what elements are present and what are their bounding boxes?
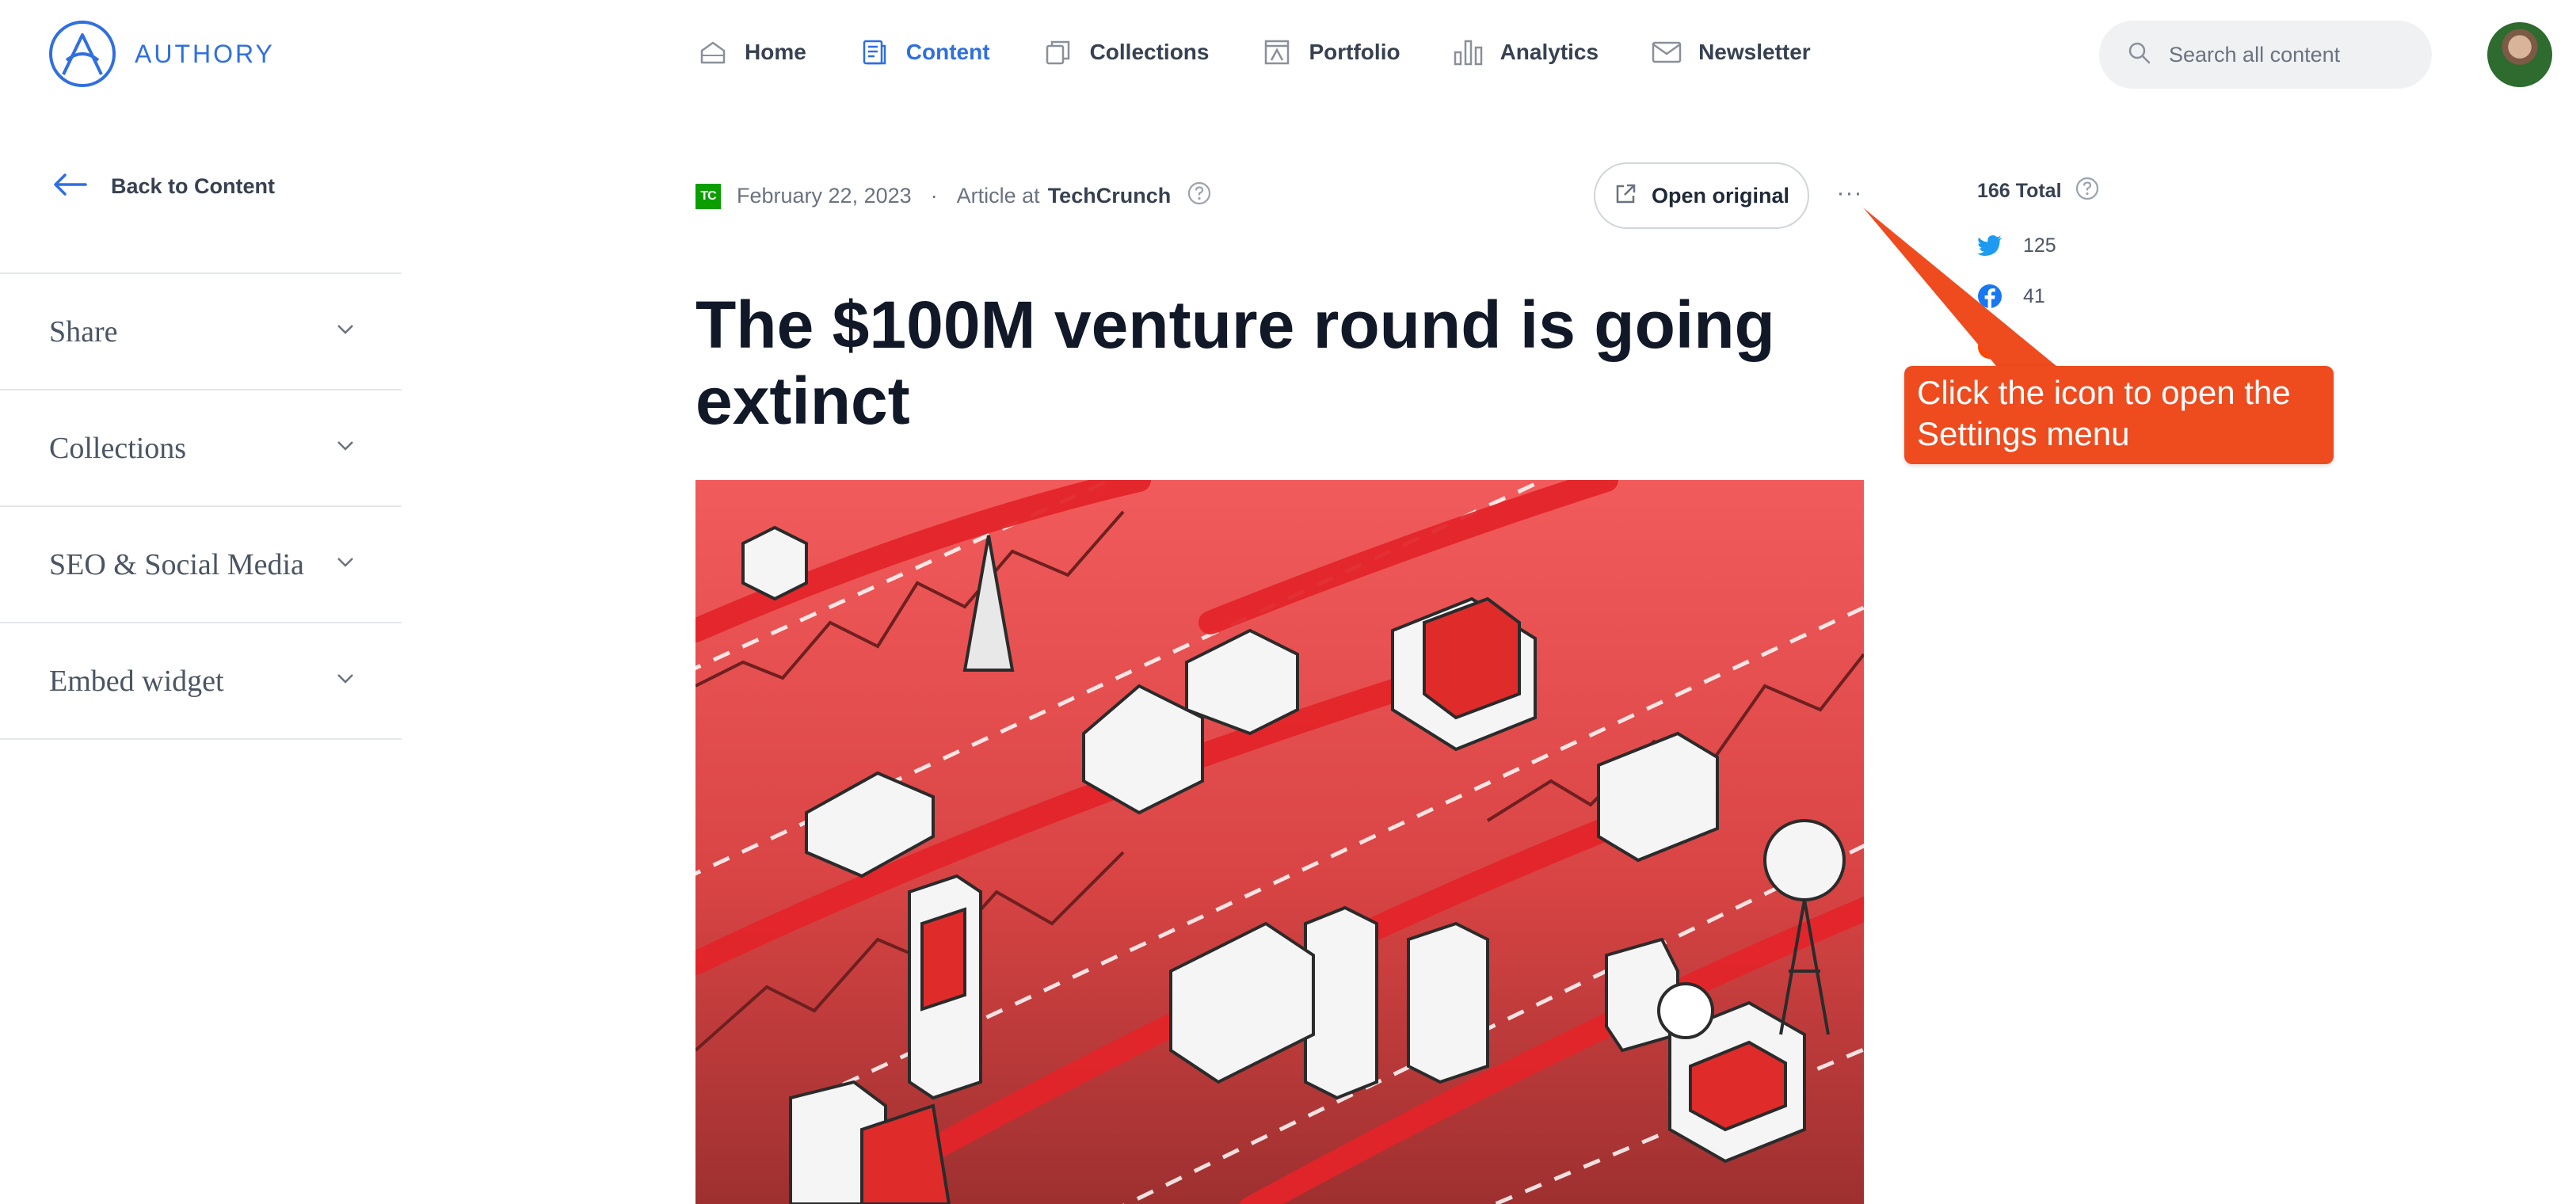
nav-portfolio-label: Portfolio bbox=[1309, 40, 1400, 64]
content-icon bbox=[859, 36, 890, 68]
nav-collections[interactable]: Collections bbox=[1042, 32, 1210, 73]
more-options-button[interactable]: ··· bbox=[1830, 176, 1869, 211]
article-hero-image bbox=[695, 480, 1864, 1204]
nav-portfolio[interactable]: Portfolio bbox=[1261, 32, 1400, 73]
help-icon[interactable] bbox=[1187, 181, 1212, 211]
facebook-stat: 41 bbox=[1977, 284, 2100, 308]
facebook-count: 41 bbox=[2023, 284, 2045, 307]
sidebar-item-label: Collections bbox=[49, 431, 187, 465]
back-to-content-link[interactable]: Back to Content bbox=[52, 173, 275, 200]
search-input[interactable] bbox=[2169, 42, 2406, 67]
tutorial-callout: Click the icon to open the Settings menu bbox=[1904, 366, 2334, 464]
nav-home-label: Home bbox=[745, 40, 806, 64]
authory-logo[interactable]: AUTHORY bbox=[48, 19, 275, 89]
sidebar-item-label: Share bbox=[49, 314, 118, 349]
sidebar-item-label: SEO & Social Media bbox=[49, 547, 304, 581]
nav-analytics-label: Analytics bbox=[1499, 40, 1599, 64]
nav-home[interactable]: Home bbox=[697, 32, 806, 73]
analytics-icon bbox=[1453, 36, 1484, 68]
avatar[interactable] bbox=[2487, 22, 2552, 87]
nav-content[interactable]: Content bbox=[859, 32, 990, 73]
article-title: The $100M venture round is going extinct bbox=[695, 288, 1775, 438]
nav-analytics[interactable]: Analytics bbox=[1453, 32, 1599, 73]
stats-total: 166 Total bbox=[1977, 176, 2100, 207]
article-type: Article at bbox=[956, 184, 1040, 208]
open-original-button[interactable]: Open original bbox=[1594, 162, 1809, 229]
chevron-down-icon bbox=[337, 440, 354, 455]
sidebar-item-seo-social-media[interactable]: SEO & Social Media bbox=[0, 507, 402, 623]
meta-separator: · bbox=[930, 184, 938, 208]
sidebar-item-collections[interactable]: Collections bbox=[0, 391, 402, 507]
external-link-icon bbox=[1614, 182, 1637, 210]
facebook-icon bbox=[1977, 284, 2002, 309]
top-navigation-bar: AUTHORY Home Content Collections Portfol… bbox=[0, 0, 2576, 111]
nav-newsletter[interactable]: Newsletter bbox=[1651, 32, 1811, 73]
share-stats: 166 Total 125 41 - bbox=[1977, 176, 2100, 359]
chevron-down-icon bbox=[337, 324, 354, 339]
arrow-left-icon bbox=[52, 173, 87, 200]
search-icon bbox=[2128, 41, 2151, 69]
article-meta: TC February 22, 2023 · Article at TechCr… bbox=[695, 181, 1212, 211]
sidebar-item-share[interactable]: Share bbox=[0, 274, 402, 391]
sidebar-sections: Share Collections SEO & Social Media Emb… bbox=[0, 272, 402, 740]
brand-name: AUTHORY bbox=[135, 39, 275, 68]
chevron-down-icon bbox=[337, 673, 354, 688]
twitter-count: 125 bbox=[2023, 234, 2056, 257]
stats-total-label: 166 Total bbox=[1977, 180, 2062, 202]
article-date: February 22, 2023 bbox=[737, 184, 912, 208]
home-icon bbox=[697, 36, 729, 68]
newsletter-icon bbox=[1651, 36, 1682, 68]
twitter-icon bbox=[1977, 233, 2002, 258]
collections-icon bbox=[1042, 36, 1074, 68]
authory-logo-icon bbox=[49, 21, 116, 87]
article-source: TechCrunch bbox=[1047, 184, 1172, 208]
reddit-icon bbox=[1977, 334, 2002, 360]
other-count: - bbox=[2023, 335, 2030, 358]
search-bar[interactable] bbox=[2099, 21, 2432, 89]
open-original-label: Open original bbox=[1651, 183, 1789, 208]
ellipsis-icon: ··· bbox=[1836, 180, 1863, 206]
portfolio-icon bbox=[1261, 36, 1293, 68]
sidebar-item-label: Embed widget bbox=[49, 664, 224, 698]
nav-collections-label: Collections bbox=[1089, 40, 1210, 64]
help-icon[interactable] bbox=[2075, 176, 2100, 207]
chevron-down-icon bbox=[337, 557, 354, 572]
nav-newsletter-label: Newsletter bbox=[1698, 40, 1811, 64]
back-to-content-label: Back to Content bbox=[111, 174, 276, 198]
main-nav: Home Content Collections Portfolio Analy… bbox=[697, 32, 1863, 73]
nav-content-label: Content bbox=[905, 40, 990, 64]
sidebar-item-embed-widget[interactable]: Embed widget bbox=[0, 623, 402, 740]
techcrunch-logo: TC bbox=[695, 183, 721, 209]
hero-illustration bbox=[695, 480, 1864, 1204]
twitter-stat: 125 bbox=[1977, 234, 2100, 257]
other-stat: - bbox=[1977, 335, 2100, 359]
